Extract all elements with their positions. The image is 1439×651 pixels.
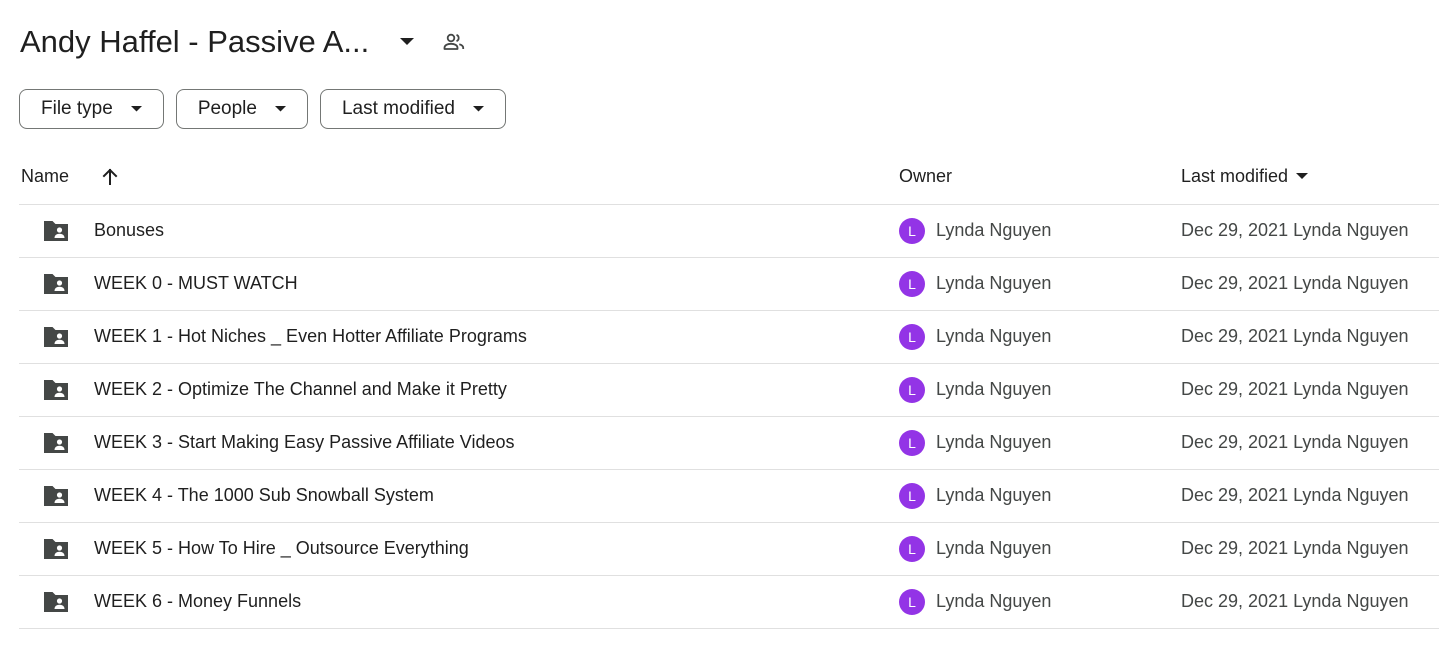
owner-name: Lynda Nguyen [936, 432, 1052, 452]
shared-folder-icon [42, 590, 70, 614]
shared-folder-icon [42, 325, 70, 349]
caret-down-icon [473, 103, 485, 115]
file-name[interactable]: WEEK 5 - How To Hire _ Outsource Everyth… [94, 538, 469, 559]
shared-people-icon[interactable] [441, 29, 467, 55]
file-name[interactable]: WEEK 0 - MUST WATCH [94, 273, 298, 294]
table-row[interactable]: WEEK 2 - Optimize The Channel and Make i… [19, 364, 1439, 417]
last-modified-label: Last modified [1181, 166, 1289, 186]
last-modified-column-header[interactable]: Last modified [1181, 166, 1309, 187]
people-filter[interactable]: People [175, 89, 308, 129]
table-row[interactable]: WEEK 6 - Money Funnels L Lynda Nguyen De… [19, 576, 1439, 629]
last-modified-value: Dec 29, 2021 Lynda Nguyen [1181, 432, 1409, 452]
avatar: L [899, 271, 925, 297]
shared-folder-icon [42, 378, 70, 402]
file-name[interactable]: WEEK 4 - The 1000 Sub Snowball System [94, 485, 434, 506]
table-row[interactable]: Bonuses L Lynda Nguyen Dec 29, 2021 Lynd… [19, 205, 1439, 258]
shared-folder-icon [42, 431, 70, 455]
avatar: L [899, 589, 925, 615]
owner-name: Lynda Nguyen [936, 273, 1052, 293]
owner-name: Lynda Nguyen [936, 591, 1052, 611]
last-modified-value: Dec 29, 2021 Lynda Nguyen [1181, 220, 1409, 240]
shared-folder-icon [42, 219, 70, 243]
avatar: L [899, 536, 925, 562]
file-type-filter[interactable]: File type [19, 89, 164, 129]
last-modified-value: Dec 29, 2021 Lynda Nguyen [1181, 326, 1409, 346]
file-name[interactable]: WEEK 6 - Money Funnels [94, 591, 301, 612]
owner-name: Lynda Nguyen [936, 485, 1052, 505]
last-modified-value: Dec 29, 2021 Lynda Nguyen [1181, 591, 1409, 611]
filter-label: People [197, 98, 257, 119]
table-row[interactable]: WEEK 3 - Start Making Easy Passive Affil… [19, 417, 1439, 470]
last-modified-value: Dec 29, 2021 Lynda Nguyen [1181, 273, 1409, 293]
avatar: L [899, 483, 925, 509]
owner-column-header[interactable]: Owner [899, 166, 952, 187]
file-name[interactable]: WEEK 3 - Start Making Easy Passive Affil… [94, 432, 515, 453]
caret-down-icon[interactable] [395, 30, 419, 54]
file-list: Bonuses L Lynda Nguyen Dec 29, 2021 Lynd… [19, 204, 1439, 629]
avatar: L [899, 324, 925, 350]
last-modified-value: Dec 29, 2021 Lynda Nguyen [1181, 379, 1409, 399]
table-row[interactable]: WEEK 5 - How To Hire _ Outsource Everyth… [19, 523, 1439, 576]
file-name[interactable]: WEEK 2 - Optimize The Channel and Make i… [94, 379, 507, 400]
owner-name: Lynda Nguyen [936, 326, 1052, 346]
owner-name: Lynda Nguyen [936, 538, 1052, 558]
shared-folder-icon [42, 484, 70, 508]
avatar: L [899, 430, 925, 456]
caret-down-icon [1296, 171, 1309, 183]
filter-label: File type [41, 98, 113, 119]
name-column-header[interactable]: Name [21, 166, 69, 187]
caret-down-icon [274, 103, 287, 115]
avatar: L [899, 218, 925, 244]
arrow-up-icon[interactable] [99, 166, 121, 188]
last-modified-value: Dec 29, 2021 Lynda Nguyen [1181, 538, 1409, 558]
shared-folder-icon [42, 537, 70, 561]
table-row[interactable]: WEEK 0 - MUST WATCH L Lynda Nguyen Dec 2… [19, 258, 1439, 311]
last-modified-value: Dec 29, 2021 Lynda Nguyen [1181, 485, 1409, 505]
owner-name: Lynda Nguyen [936, 379, 1052, 399]
table-row[interactable]: WEEK 1 - Hot Niches _ Even Hotter Affili… [19, 311, 1439, 364]
avatar: L [899, 377, 925, 403]
shared-folder-icon [42, 272, 70, 296]
filter-label: Last modified [341, 98, 455, 119]
folder-title[interactable]: Andy Haffel - Passive A... [20, 24, 369, 60]
last-modified-filter[interactable]: Last modified [319, 89, 506, 129]
table-row[interactable]: WEEK 4 - The 1000 Sub Snowball System L … [19, 470, 1439, 523]
owner-name: Lynda Nguyen [936, 220, 1052, 240]
page-header: Andy Haffel - Passive A... [20, 18, 467, 66]
column-headers: Name Owner Last modified [0, 156, 1439, 200]
filter-chips: File type People Last modified [19, 89, 506, 129]
file-name[interactable]: WEEK 1 - Hot Niches _ Even Hotter Affili… [94, 326, 527, 347]
caret-down-icon [130, 103, 143, 115]
file-name[interactable]: Bonuses [94, 220, 164, 241]
